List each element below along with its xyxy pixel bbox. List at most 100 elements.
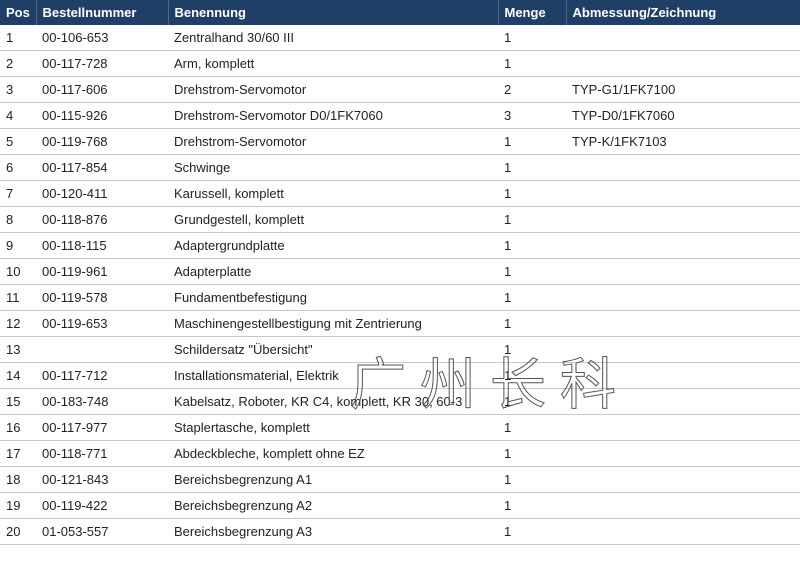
cell-dim [566, 363, 800, 389]
cell-name: Drehstrom-Servomotor [168, 129, 498, 155]
cell-order: 00-119-768 [36, 129, 168, 155]
table-row: 2001-053-557Bereichsbegrenzung A31 [0, 519, 800, 545]
cell-qty: 1 [498, 155, 566, 181]
cell-dim [566, 25, 800, 51]
cell-qty: 1 [498, 233, 566, 259]
cell-order: 00-183-748 [36, 389, 168, 415]
table-row: 1600-117-977Staplertasche, komplett1 [0, 415, 800, 441]
cell-order: 00-117-712 [36, 363, 168, 389]
table-row: 1100-119-578Fundamentbefestigung1 [0, 285, 800, 311]
cell-dim [566, 493, 800, 519]
cell-name: Bereichsbegrenzung A2 [168, 493, 498, 519]
cell-pos: 20 [0, 519, 36, 545]
cell-name: Drehstrom-Servomotor D0/1FK7060 [168, 103, 498, 129]
table-row: 1400-117-712Installationsmaterial, Elekt… [0, 363, 800, 389]
cell-name: Abdeckbleche, komplett ohne EZ [168, 441, 498, 467]
cell-qty: 1 [498, 285, 566, 311]
cell-qty: 1 [498, 415, 566, 441]
cell-order: 00-120-411 [36, 181, 168, 207]
cell-name: Schildersatz "Übersicht" [168, 337, 498, 363]
cell-pos: 18 [0, 467, 36, 493]
header-row: Pos Bestellnummer Benennung Menge Abmess… [0, 0, 800, 25]
table-row: 1000-119-961Adapterplatte1 [0, 259, 800, 285]
cell-qty: 1 [498, 129, 566, 155]
cell-qty: 1 [498, 25, 566, 51]
cell-qty: 1 [498, 493, 566, 519]
cell-pos: 13 [0, 337, 36, 363]
header-dim: Abmessung/Zeichnung [566, 0, 800, 25]
cell-qty: 1 [498, 207, 566, 233]
cell-order: 00-118-771 [36, 441, 168, 467]
cell-name: Arm, komplett [168, 51, 498, 77]
parts-table: Pos Bestellnummer Benennung Menge Abmess… [0, 0, 800, 545]
cell-name: Karussell, komplett [168, 181, 498, 207]
cell-pos: 1 [0, 25, 36, 51]
cell-dim: TYP-D0/1FK7060 [566, 103, 800, 129]
table-row: 1500-183-748Kabelsatz, Roboter, KR C4, k… [0, 389, 800, 415]
cell-pos: 15 [0, 389, 36, 415]
cell-name: Maschinengestellbestigung mit Zentrierun… [168, 311, 498, 337]
header-pos: Pos [0, 0, 36, 25]
table-row: 1200-119-653Maschinengestellbestigung mi… [0, 311, 800, 337]
cell-dim [566, 311, 800, 337]
header-order: Bestellnummer [36, 0, 168, 25]
cell-order: 00-118-115 [36, 233, 168, 259]
cell-order: 00-119-578 [36, 285, 168, 311]
cell-qty: 1 [498, 467, 566, 493]
cell-pos: 9 [0, 233, 36, 259]
table-row: 400-115-926Drehstrom-Servomotor D0/1FK70… [0, 103, 800, 129]
table-row: 100-106-653Zentralhand 30/60 III1 [0, 25, 800, 51]
cell-dim [566, 441, 800, 467]
cell-order: 00-117-977 [36, 415, 168, 441]
cell-dim: TYP-G1/1FK7100 [566, 77, 800, 103]
table-row: 700-120-411Karussell, komplett1 [0, 181, 800, 207]
header-name: Benennung [168, 0, 498, 25]
cell-order: 00-121-843 [36, 467, 168, 493]
table-row: 500-119-768Drehstrom-Servomotor1TYP-K/1F… [0, 129, 800, 155]
cell-name: Bereichsbegrenzung A3 [168, 519, 498, 545]
cell-order: 00-117-606 [36, 77, 168, 103]
cell-pos: 3 [0, 77, 36, 103]
cell-dim [566, 155, 800, 181]
cell-pos: 14 [0, 363, 36, 389]
table-row: 900-118-115Adaptergrundplatte1 [0, 233, 800, 259]
table-row: 300-117-606Drehstrom-Servomotor2TYP-G1/1… [0, 77, 800, 103]
cell-qty: 1 [498, 441, 566, 467]
cell-dim [566, 337, 800, 363]
cell-dim [566, 285, 800, 311]
table-row: 800-118-876Grundgestell, komplett1 [0, 207, 800, 233]
cell-pos: 17 [0, 441, 36, 467]
cell-pos: 2 [0, 51, 36, 77]
cell-pos: 11 [0, 285, 36, 311]
table-row: 1900-119-422Bereichsbegrenzung A21 [0, 493, 800, 519]
cell-order: 00-106-653 [36, 25, 168, 51]
cell-name: Zentralhand 30/60 III [168, 25, 498, 51]
table-row: 1800-121-843Bereichsbegrenzung A11 [0, 467, 800, 493]
cell-pos: 10 [0, 259, 36, 285]
table-row: 13Schildersatz "Übersicht"1 [0, 337, 800, 363]
cell-pos: 4 [0, 103, 36, 129]
cell-name: Staplertasche, komplett [168, 415, 498, 441]
cell-dim [566, 389, 800, 415]
cell-name: Kabelsatz, Roboter, KR C4, komplett, KR … [168, 389, 498, 415]
cell-order: 01-053-557 [36, 519, 168, 545]
cell-qty: 1 [498, 363, 566, 389]
cell-qty: 1 [498, 389, 566, 415]
cell-order: 00-117-854 [36, 155, 168, 181]
cell-order: 00-118-876 [36, 207, 168, 233]
cell-pos: 19 [0, 493, 36, 519]
cell-dim [566, 51, 800, 77]
cell-qty: 2 [498, 77, 566, 103]
cell-name: Grundgestell, komplett [168, 207, 498, 233]
cell-pos: 12 [0, 311, 36, 337]
cell-name: Drehstrom-Servomotor [168, 77, 498, 103]
cell-pos: 16 [0, 415, 36, 441]
cell-qty: 1 [498, 181, 566, 207]
cell-pos: 6 [0, 155, 36, 181]
cell-dim [566, 207, 800, 233]
cell-dim [566, 259, 800, 285]
table-row: 600-117-854Schwinge1 [0, 155, 800, 181]
cell-name: Schwinge [168, 155, 498, 181]
cell-qty: 1 [498, 519, 566, 545]
cell-order [36, 337, 168, 363]
